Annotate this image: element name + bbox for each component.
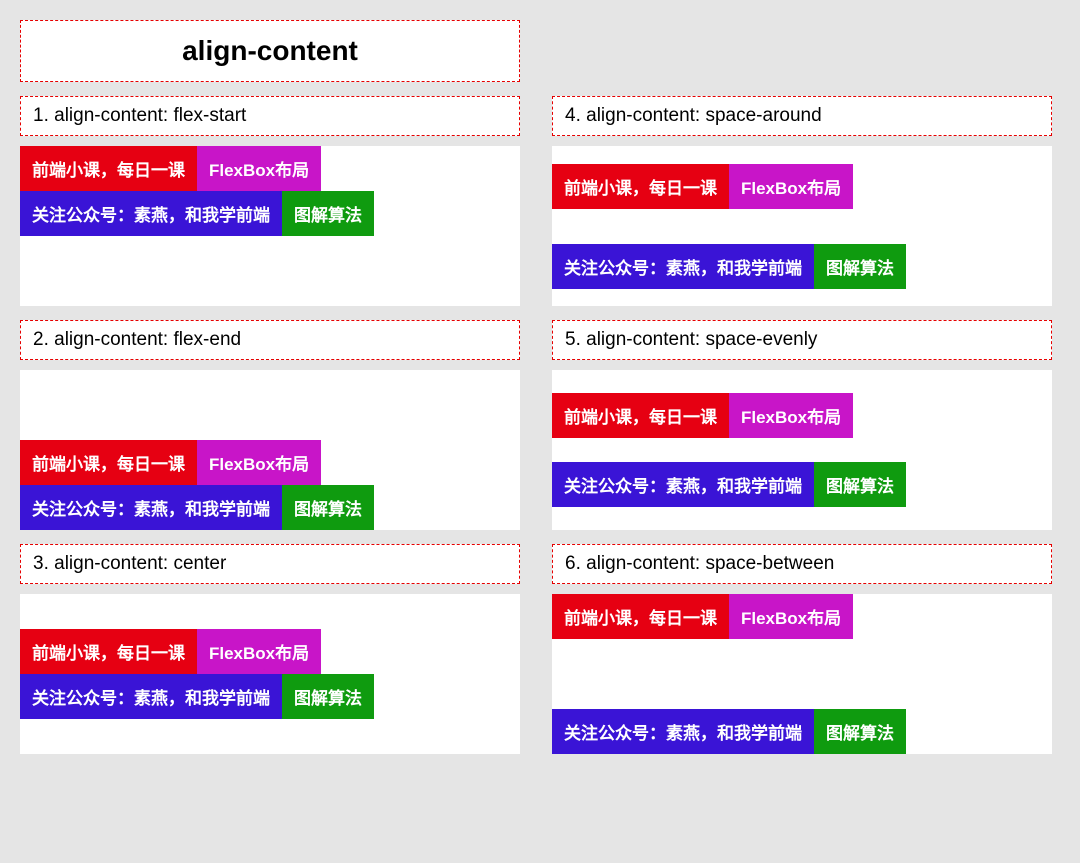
flex-item: FlexBox布局 [729,393,853,438]
examples-grid: 1. align-content: flex-start 前端小课，每日一课 F… [20,96,1060,754]
flex-container-space-between: 前端小课，每日一课 FlexBox布局 关注公众号：素燕，和我学前端 图解算法 [552,594,1052,754]
example-label: 4. align-content: space-around [552,96,1052,136]
example-label: 2. align-content: flex-end [20,320,520,360]
flex-item: 关注公众号：素燕，和我学前端 [552,244,814,289]
flex-item: 前端小课，每日一课 [552,393,729,438]
example-flex-start: 1. align-content: flex-start 前端小课，每日一课 F… [20,96,520,306]
flex-item: 前端小课，每日一课 [20,146,197,191]
example-label: 5. align-content: space-evenly [552,320,1052,360]
example-label: 1. align-content: flex-start [20,96,520,136]
page-title: align-content [20,20,520,82]
flex-item: 前端小课，每日一课 [20,629,197,674]
flex-item: FlexBox布局 [729,164,853,209]
flex-container-space-around: 前端小课，每日一课 FlexBox布局 关注公众号：素燕，和我学前端 图解算法 [552,146,1052,306]
flex-item: 关注公众号：素燕，和我学前端 [552,462,814,507]
flex-item: FlexBox布局 [729,594,853,639]
flex-item: 图解算法 [814,462,906,507]
flex-container-flex-start: 前端小课，每日一课 FlexBox布局 关注公众号：素燕，和我学前端 图解算法 [20,146,520,306]
flex-item: 图解算法 [282,674,374,719]
example-space-between: 6. align-content: space-between 前端小课，每日一… [552,544,1052,754]
flex-container-center: 前端小课，每日一课 FlexBox布局 关注公众号：素燕，和我学前端 图解算法 [20,594,520,754]
example-label: 3. align-content: center [20,544,520,584]
flex-item: 前端小课，每日一课 [20,440,197,485]
flex-item: FlexBox布局 [197,440,321,485]
example-flex-end: 2. align-content: flex-end 前端小课，每日一课 Fle… [20,320,520,530]
flex-item: 图解算法 [814,244,906,289]
flex-container-flex-end: 前端小课，每日一课 FlexBox布局 关注公众号：素燕，和我学前端 图解算法 [20,370,520,530]
example-label: 6. align-content: space-between [552,544,1052,584]
flex-item: FlexBox布局 [197,146,321,191]
flex-item: 前端小课，每日一课 [552,164,729,209]
example-space-around: 4. align-content: space-around 前端小课，每日一课… [552,96,1052,306]
flex-item: 关注公众号：素燕，和我学前端 [552,709,814,754]
flex-item: 关注公众号：素燕，和我学前端 [20,485,282,530]
flex-container-space-evenly: 前端小课，每日一课 FlexBox布局 关注公众号：素燕，和我学前端 图解算法 [552,370,1052,530]
example-space-evenly: 5. align-content: space-evenly 前端小课，每日一课… [552,320,1052,530]
flex-item: FlexBox布局 [197,629,321,674]
flex-item: 图解算法 [282,485,374,530]
flex-item: 图解算法 [282,191,374,236]
flex-item: 关注公众号：素燕，和我学前端 [20,191,282,236]
flex-item: 前端小课，每日一课 [552,594,729,639]
flex-item: 图解算法 [814,709,906,754]
example-center: 3. align-content: center 前端小课，每日一课 FlexB… [20,544,520,754]
flex-item: 关注公众号：素燕，和我学前端 [20,674,282,719]
